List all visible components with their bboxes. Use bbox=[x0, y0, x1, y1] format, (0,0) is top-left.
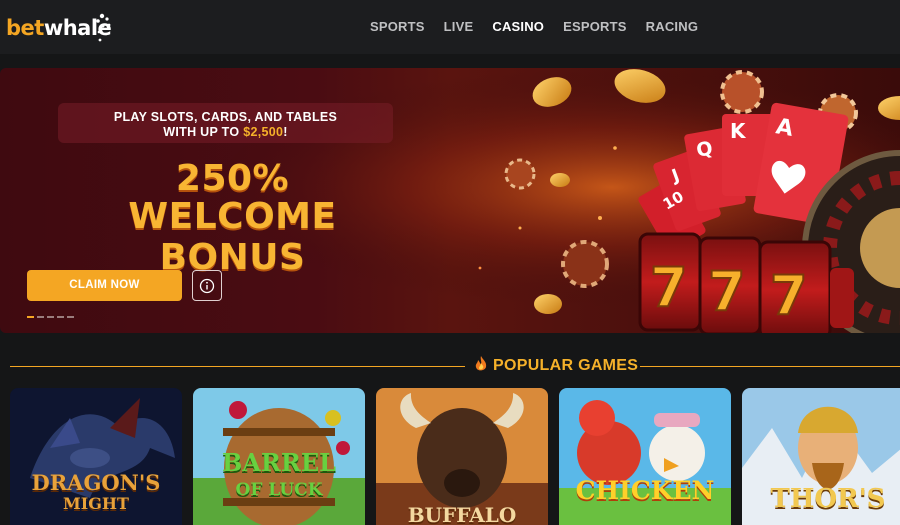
bonus-headline: WELCOME BONUS bbox=[128, 196, 337, 278]
carousel-dot[interactable] bbox=[37, 316, 44, 318]
carousel-pagination bbox=[27, 316, 74, 318]
nav-casino[interactable]: CASINO bbox=[492, 19, 544, 34]
claim-now-button[interactable]: CLAIM NOW bbox=[27, 270, 182, 301]
promo-tagline-line1: PLAY SLOTS, CARDS, AND TABLES bbox=[113, 110, 338, 124]
carousel-dot[interactable] bbox=[27, 316, 34, 318]
game-title-line1: THOR'S bbox=[770, 484, 886, 514]
game-tile-dragons-might[interactable]: DRAGON'S MIGHT bbox=[10, 388, 182, 525]
carousel-dot[interactable] bbox=[67, 316, 74, 318]
info-icon bbox=[199, 278, 215, 294]
svg-text:7: 7 bbox=[650, 256, 688, 319]
popular-games-heading: POPULAR GAMES bbox=[474, 356, 638, 375]
nav-racing[interactable]: RACING bbox=[646, 19, 698, 34]
svg-text:7: 7 bbox=[770, 264, 808, 327]
game-title-line1: BARREL bbox=[222, 448, 336, 477]
hero-banner[interactable]: 10 J Q K A 7 7 7 PLAY SLOTS, CARDS, AND … bbox=[0, 68, 900, 333]
svg-text:7: 7 bbox=[708, 260, 746, 323]
promo-bonus-amount: $2,500 bbox=[243, 125, 284, 139]
svg-text:K: K bbox=[730, 119, 747, 143]
promo-tagline-suffix: ! bbox=[283, 125, 288, 139]
game-title-line2: OF LUCK bbox=[235, 480, 323, 500]
main-nav: SPORTS LIVE CASINO ESPORTS RACING bbox=[370, 19, 717, 34]
carousel-dot[interactable] bbox=[57, 316, 64, 318]
game-title-line2: MIGHT bbox=[63, 494, 129, 513]
bonus-percentage: 250% bbox=[175, 158, 290, 199]
game-tile-thors[interactable]: THOR'S bbox=[742, 388, 900, 525]
top-navigation-bar: betwhale SPORTS LIVE CASINO ESPORTS RACI… bbox=[0, 0, 900, 54]
game-tile-buffalo[interactable]: BUFFALO bbox=[376, 388, 548, 525]
game-tile-chicken[interactable]: CHICKEN bbox=[559, 388, 731, 525]
game-title-line1: DRAGON'S bbox=[31, 470, 161, 495]
game-tile-barrel-of-luck[interactable]: BARREL OF LUCK bbox=[193, 388, 365, 525]
nav-live[interactable]: LIVE bbox=[444, 19, 474, 34]
popular-games-title: POPULAR GAMES bbox=[493, 357, 639, 374]
game-title-line1: BUFFALO bbox=[407, 503, 517, 525]
nav-esports[interactable]: ESPORTS bbox=[563, 19, 627, 34]
section-divider-left bbox=[10, 366, 465, 367]
fire-icon bbox=[475, 356, 487, 371]
section-divider-right bbox=[640, 366, 900, 367]
promo-tagline-prefix: WITH UP TO bbox=[163, 125, 244, 139]
nav-sports[interactable]: SPORTS bbox=[370, 19, 425, 34]
promo-info-button[interactable] bbox=[192, 270, 222, 301]
logo-text-bet: bet bbox=[6, 16, 44, 40]
promo-tagline-line2: WITH UP TO $2,500! bbox=[58, 125, 393, 139]
game-title-line1: CHICKEN bbox=[575, 476, 715, 505]
carousel-dot[interactable] bbox=[47, 316, 54, 318]
logo-spray-icon bbox=[96, 13, 111, 42]
